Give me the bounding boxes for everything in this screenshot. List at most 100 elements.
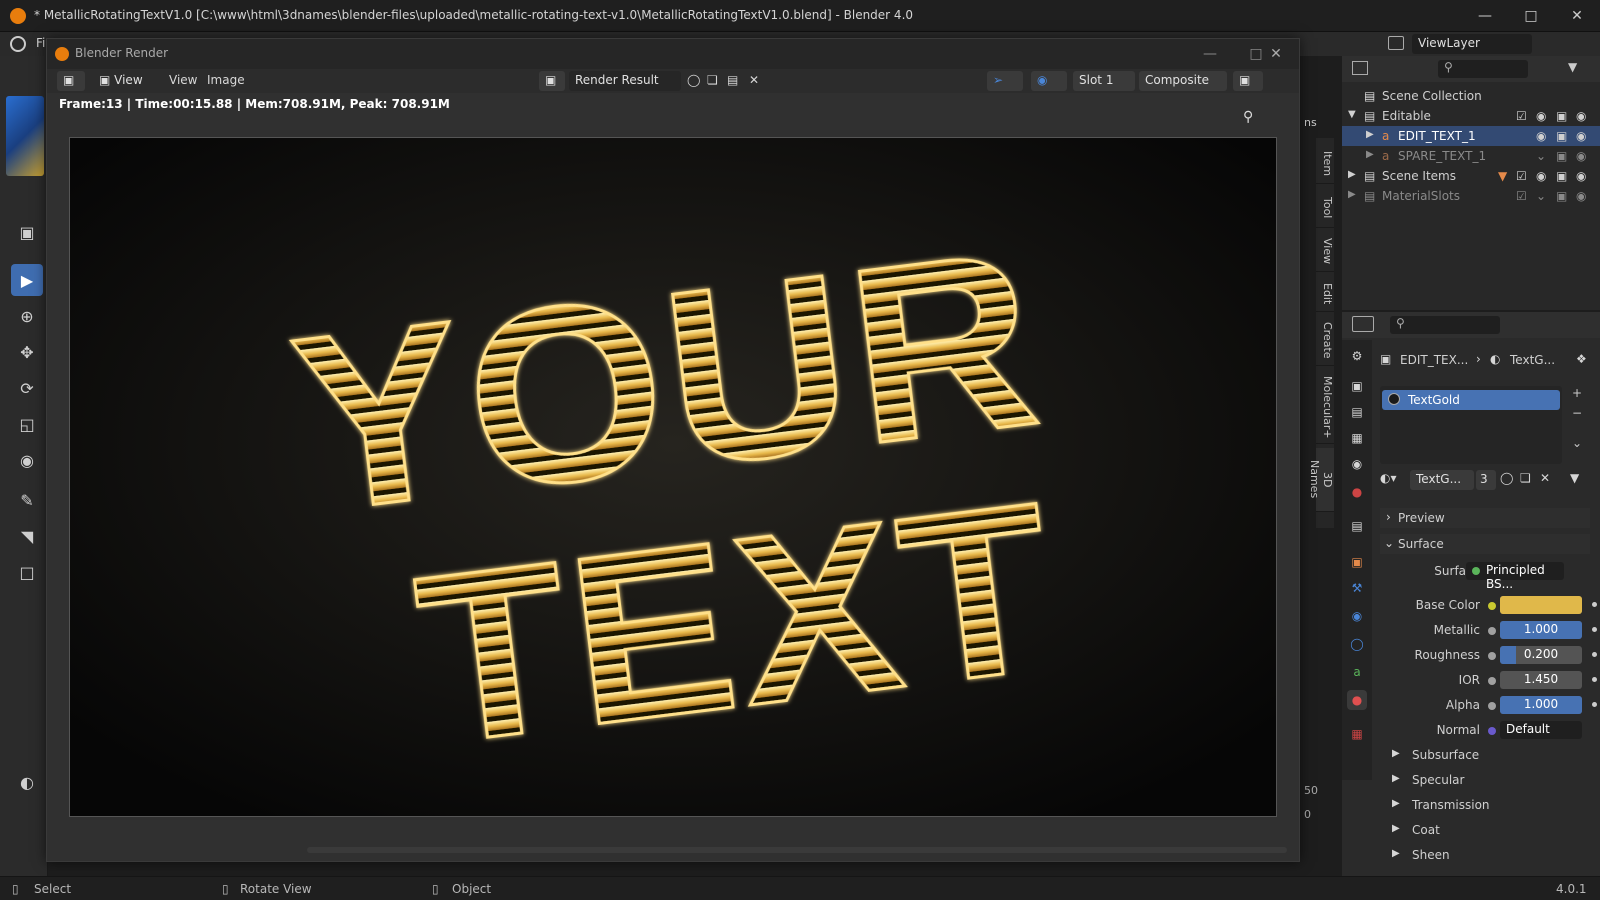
minimize-button[interactable]: — xyxy=(1462,0,1508,32)
tab-create[interactable]: Create xyxy=(1316,316,1334,366)
tab-molecular[interactable]: Molecular+ xyxy=(1316,370,1334,444)
field-value[interactable]: 1.000 xyxy=(1500,696,1582,714)
expand-icon[interactable]: ▶ xyxy=(1348,189,1356,200)
subsection-subsurface[interactable]: ▶ Subsurface xyxy=(1392,746,1582,766)
pass-dropdown[interactable]: Composite xyxy=(1139,71,1227,91)
output-tab-icon[interactable]: ▤ xyxy=(1347,402,1367,422)
world-tab-icon[interactable]: ● xyxy=(1347,482,1367,502)
scale-tool[interactable]: ◱ xyxy=(11,408,43,440)
outliner-row-edit-text[interactable]: ▶ a EDIT_TEXT_1 ◉ ▣ ◉ xyxy=(1342,126,1600,146)
expand-icon[interactable]: ▼ xyxy=(1348,109,1356,120)
filter-icon[interactable]: ▼ xyxy=(1568,60,1577,74)
node-socket-icon[interactable] xyxy=(1488,702,1496,710)
image-menu[interactable]: Image xyxy=(207,73,245,87)
search-icon[interactable]: ⚲ xyxy=(1438,60,1528,78)
add-cube-tool[interactable]: □ xyxy=(11,556,43,588)
keyframe-dot-icon[interactable] xyxy=(1592,702,1597,707)
checkbox-icon[interactable]: ☑ xyxy=(1516,109,1527,123)
close-button[interactable]: ✕ xyxy=(1554,0,1600,32)
checkbox-icon[interactable]: ☑ xyxy=(1516,169,1527,183)
select-mode-icon[interactable]: ▣ xyxy=(11,216,43,248)
editor-type-icon[interactable] xyxy=(1352,316,1374,332)
node-socket-icon[interactable] xyxy=(1488,677,1496,685)
expand-icon[interactable]: ▶ xyxy=(1348,169,1356,180)
outliner-row-editable[interactable]: ▼ ▤ Editable ☑ ◉ ▣ ◉ xyxy=(1342,106,1600,126)
keyframe-dot-icon[interactable] xyxy=(1592,602,1597,607)
field-value[interactable]: Default xyxy=(1500,721,1582,739)
measure-tool[interactable]: ◥ xyxy=(11,520,43,552)
view-layer-tab-icon[interactable]: ▦ xyxy=(1347,428,1367,448)
fake-user-icon[interactable]: ◯ xyxy=(1500,471,1513,485)
outliner-scene-collection[interactable]: ▤ Scene Collection xyxy=(1342,86,1600,106)
subsection-specular[interactable]: ▶ Specular xyxy=(1392,771,1582,791)
keyframe-dot-icon[interactable] xyxy=(1592,652,1597,657)
node-socket-icon[interactable] xyxy=(1488,727,1496,735)
unlink-icon[interactable]: ✕ xyxy=(1540,471,1550,485)
tab-edit[interactable]: Edit xyxy=(1316,276,1334,312)
tab-3d-names[interactable]: 3D Names xyxy=(1308,448,1334,512)
properties-search-input[interactable]: ⚲ xyxy=(1390,316,1500,334)
eye-icon[interactable]: ◉ xyxy=(1536,169,1546,183)
physics-tab-icon[interactable]: ◯ xyxy=(1347,634,1367,654)
eye-icon[interactable]: ◉ xyxy=(1536,109,1546,123)
unlink-image-icon[interactable]: ✕ xyxy=(749,73,759,87)
transform-tool[interactable]: ◉ xyxy=(11,444,43,476)
preview-section[interactable]: › Preview xyxy=(1380,508,1590,528)
object-tab-icon[interactable]: ▣ xyxy=(1347,552,1367,572)
outliner-row-spare-text[interactable]: ▶ a SPARE_TEXT_1 ⌄ ▣ ◉ xyxy=(1342,146,1600,166)
rotate-tool[interactable]: ⟳ xyxy=(11,372,43,404)
horizontal-scrollbar[interactable] xyxy=(307,847,1287,853)
camera-icon[interactable]: ◉ xyxy=(1576,189,1586,203)
material-name-field[interactable]: TextG... xyxy=(1410,470,1474,490)
view-mode-dropdown[interactable]: ▣ View xyxy=(93,71,155,91)
camera-icon[interactable]: ◉ xyxy=(1576,149,1586,163)
collection-tab-icon[interactable]: ▤ xyxy=(1347,516,1367,536)
tab-item[interactable]: Item xyxy=(1316,144,1334,184)
keyframe-dot-icon[interactable] xyxy=(1592,627,1597,632)
checkbox-icon[interactable]: ☑ xyxy=(1516,189,1527,203)
camera-icon[interactable]: ◉ xyxy=(1576,129,1586,143)
sample-tool-icon[interactable]: ➢ xyxy=(987,71,1023,91)
field-value[interactable]: 1.000 xyxy=(1500,621,1582,639)
remove-slot-button[interactable]: − xyxy=(1572,406,1582,420)
material-slot-selected[interactable]: TextGold xyxy=(1382,390,1560,410)
eye-closed-icon[interactable]: ⌄ xyxy=(1536,149,1546,163)
slot-dropdown[interactable]: Slot 1 xyxy=(1073,71,1135,91)
particles-tab-icon[interactable]: ◉ xyxy=(1347,606,1367,626)
node-socket-icon[interactable] xyxy=(1488,627,1496,635)
field-value[interactable] xyxy=(1500,596,1582,614)
overlay-icon[interactable]: ◐ xyxy=(11,766,43,798)
fake-user-icon[interactable]: ◯ xyxy=(687,73,700,87)
monitor-icon[interactable]: ▣ xyxy=(1556,109,1567,123)
new-image-icon[interactable]: ❏ xyxy=(707,73,718,87)
filter-material-icon[interactable]: ▼ xyxy=(1570,471,1579,485)
monitor-icon[interactable]: ▣ xyxy=(1556,129,1567,143)
editor-type-dropdown[interactable]: ▣ xyxy=(57,71,85,91)
maximize-button[interactable]: □ xyxy=(1508,0,1554,32)
material-browse-icon[interactable]: ◐▾ xyxy=(1380,471,1397,485)
monitor-icon[interactable]: ▣ xyxy=(1556,149,1567,163)
node-socket-icon[interactable] xyxy=(1488,652,1496,660)
render-close-button[interactable]: ✕ xyxy=(1253,39,1299,69)
camera-icon[interactable]: ◉ xyxy=(1576,109,1586,123)
monitor-icon[interactable]: ▣ xyxy=(1556,189,1567,203)
blender-menu-icon[interactable] xyxy=(10,36,26,52)
camera-icon[interactable]: ◉ xyxy=(1576,169,1586,183)
outliner-row-material-slots[interactable]: ▶ ▤ MaterialSlots ☑ ⌄ ▣ ◉ xyxy=(1342,186,1600,206)
texture-tab-icon[interactable]: ▦ xyxy=(1347,724,1367,744)
users-count[interactable]: 3 xyxy=(1476,470,1496,490)
annotate-tool[interactable]: ✎ xyxy=(11,484,43,516)
pin-icon[interactable]: ❖ xyxy=(1576,352,1587,366)
tab-view[interactable]: View xyxy=(1316,232,1334,272)
display-channels-icon[interactable]: ▣ xyxy=(1233,71,1263,91)
duplicate-icon[interactable]: ❏ xyxy=(1520,471,1531,485)
keyframe-dot-icon[interactable] xyxy=(1592,677,1597,682)
image-browse-icon[interactable]: ▣ xyxy=(539,71,565,91)
slot-menu-icon[interactable]: ⌄ xyxy=(1572,436,1582,450)
node-socket-icon[interactable] xyxy=(1488,602,1496,610)
file-menu[interactable]: Fi xyxy=(36,36,45,50)
select-box-tool[interactable]: ▶ xyxy=(11,264,43,296)
cursor-tool[interactable]: ⊕ xyxy=(11,300,43,332)
expand-icon[interactable]: ▶ xyxy=(1366,129,1374,140)
subsection-coat[interactable]: ▶ Coat xyxy=(1392,821,1582,841)
